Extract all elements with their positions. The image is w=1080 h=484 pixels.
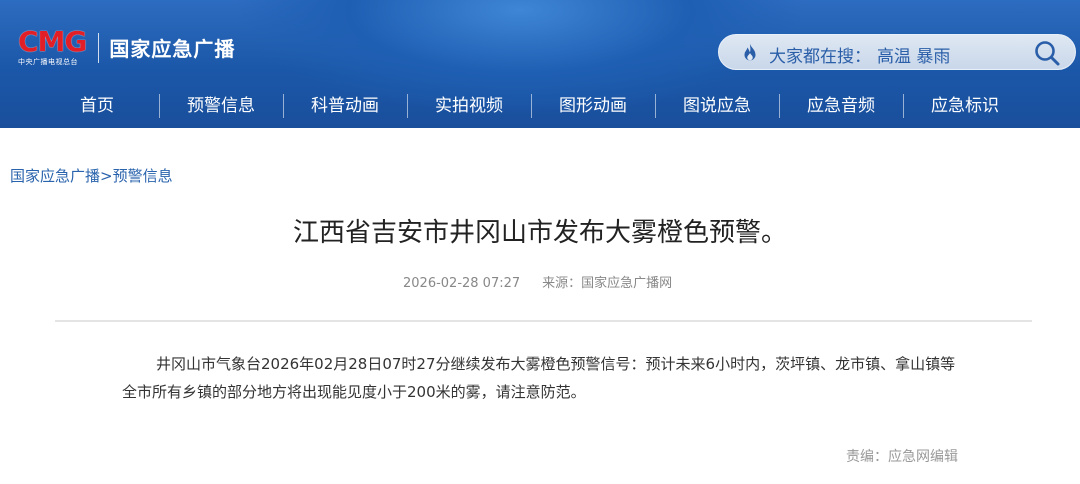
cmg-logo-subtitle: 中央广播电视总台 bbox=[18, 58, 78, 66]
breadcrumb-separator: > bbox=[100, 167, 113, 185]
breadcrumb-home-link[interactable]: 国家应急广播 bbox=[10, 167, 100, 185]
nav-item-videos[interactable]: 实拍视频 bbox=[407, 88, 531, 124]
search-hot-label: 大家都在搜： bbox=[769, 47, 871, 67]
main-nav: 首页 预警信息 科普动画 实拍视频 图形动画 图说应急 应急音频 应急标识 bbox=[35, 88, 1027, 124]
nav-item-home[interactable]: 首页 bbox=[35, 88, 159, 124]
article-editor: 责编：应急网编辑 bbox=[846, 449, 958, 465]
nav-item-animation[interactable]: 科普动画 bbox=[283, 88, 407, 124]
divider bbox=[55, 320, 1032, 322]
search-bar[interactable]: 大家都在搜： 高温 暴雨 bbox=[718, 34, 1076, 70]
logo-divider bbox=[98, 32, 100, 63]
nav-item-signs[interactable]: 应急标识 bbox=[903, 88, 1027, 124]
search-hot-keywords[interactable]: 高温 暴雨 bbox=[877, 42, 950, 67]
nav-item-audio[interactable]: 应急音频 bbox=[779, 88, 903, 124]
cmg-logo: CMG 中央广播电视总台 bbox=[18, 25, 87, 67]
nav-item-illustrated[interactable]: 图说应急 bbox=[655, 88, 779, 124]
breadcrumb: 国家应急广播>预警信息 bbox=[10, 165, 173, 186]
article-source: 来源：国家应急广播网 bbox=[542, 276, 673, 291]
article-datetime: 2026-02-28 07:27 bbox=[403, 276, 521, 291]
site-name: 国家应急广播 bbox=[109, 37, 236, 61]
logo[interactable]: CMG 中央广播电视总台 国家应急广播 bbox=[18, 28, 235, 67]
cmg-logo-text: CMG bbox=[18, 25, 87, 58]
nav-item-warnings[interactable]: 预警信息 bbox=[159, 88, 283, 124]
flame-icon bbox=[744, 43, 756, 61]
article-title: 江西省吉安市井冈山市发布大雾橙色预警。 bbox=[292, 218, 787, 248]
nav-item-graphics[interactable]: 图形动画 bbox=[531, 88, 655, 124]
search-icon[interactable] bbox=[1033, 39, 1061, 67]
breadcrumb-current-link[interactable]: 预警信息 bbox=[113, 167, 173, 185]
article-meta: 2026-02-28 07:27 来源：国家应急广播网 bbox=[403, 272, 672, 291]
article-body: 井冈山市气象台2026年02月28日07时27分继续发布大雾橙色预警信号：预计未… bbox=[122, 355, 956, 401]
site-header: CMG 中央广播电视总台 国家应急广播 大家都在搜： 高温 暴雨 首页 预警信息… bbox=[0, 0, 1080, 128]
